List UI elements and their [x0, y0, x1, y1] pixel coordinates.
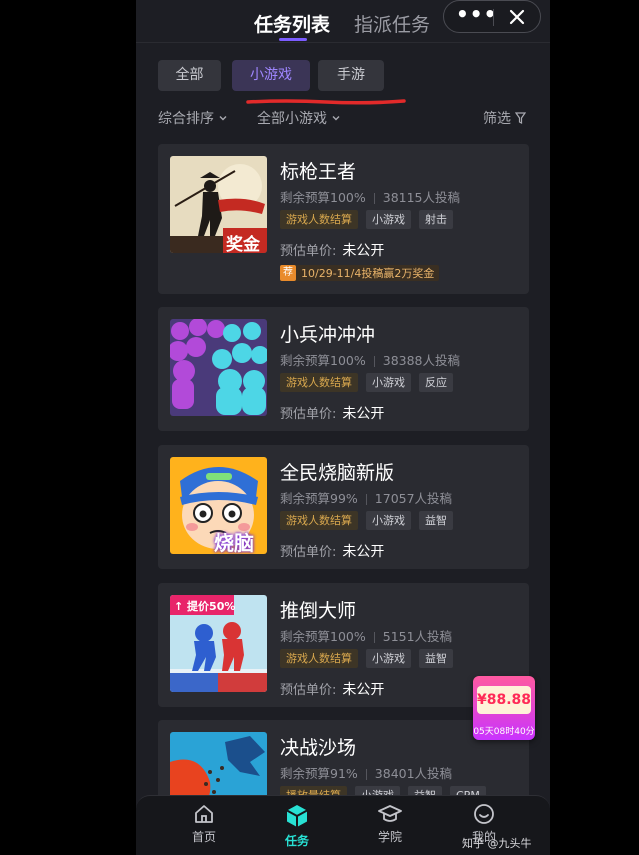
category-label: 全部小游戏: [257, 111, 327, 127]
price-boost-badge: ↑ 提价50%: [174, 600, 236, 613]
category-dropdown[interactable]: 全部小游戏: [257, 108, 341, 128]
task-stats: 剩余预算100% 38115人投稿: [280, 187, 460, 206]
filter-label: 筛选: [483, 111, 511, 127]
sort-dropdown[interactable]: 综合排序: [158, 108, 228, 128]
chip-all[interactable]: 全部: [158, 60, 221, 91]
tag-category: 小游戏: [366, 511, 411, 530]
watermark: 知乎 @九头牛: [462, 837, 532, 850]
top-bar: 任务列表 指派任务 •••: [136, 0, 550, 44]
price-value: 未公开: [342, 682, 385, 698]
task-card[interactable]: 小兵冲冲冲 剩余预算100% 38388人投稿 游戏人数结算 小游戏 反应 预估单…: [158, 307, 529, 431]
task-stats: 剩余预算100% 38388人投稿: [280, 350, 460, 369]
red-packet-countdown: 05天08时40分: [473, 727, 535, 737]
tag-category: 小游戏: [366, 210, 411, 229]
remaining-budget: 剩余预算99%: [280, 491, 358, 506]
submission-count: 17057人投稿: [374, 491, 453, 506]
submission-count: 5151人投稿: [382, 629, 453, 644]
game-thumbnail: [170, 319, 267, 416]
estimated-price: 预估单价: 未公开: [280, 682, 385, 698]
tag-list: 游戏人数结算 小游戏 反应: [280, 373, 453, 392]
tag-category: 小游戏: [366, 649, 411, 668]
red-underline-annotation: [246, 99, 406, 105]
bonus-label: 奖金: [226, 235, 260, 253]
sort-label: 综合排序: [158, 111, 214, 127]
red-packet-amount: ¥88.88: [477, 686, 531, 714]
graduation-cap-icon: [378, 805, 402, 822]
tag-list: 游戏人数结算 小游戏 益智: [280, 649, 453, 668]
tag-category: 小游戏: [366, 373, 411, 392]
chip-mobile-games[interactable]: 手游: [318, 60, 384, 91]
active-tab-indicator: [279, 38, 307, 41]
tag-settlement: 游戏人数结算: [280, 511, 358, 530]
nav-label: 学院: [377, 830, 402, 844]
promo-banner[interactable]: 荐 10/29-11/4投稿赢2万奖金: [280, 265, 440, 281]
submission-count: 38388人投稿: [382, 353, 461, 368]
tag-list: 游戏人数结算 小游戏 射击: [280, 210, 453, 229]
task-card[interactable]: 烧脑 全民烧脑新版 剩余预算99% 17057人投稿 游戏人数结算 小游戏 益智 …: [158, 445, 529, 569]
game-title: 标枪王者: [280, 161, 357, 183]
red-packet-widget[interactable]: ¥88.88 05天08时40分: [473, 676, 535, 740]
game-title: 推倒大师: [280, 600, 357, 622]
remaining-budget: 剩余预算100%: [280, 353, 366, 368]
task-stats: 剩余预算100% 5151人投稿: [280, 626, 452, 645]
more-dots-icon[interactable]: •••: [456, 4, 496, 27]
game-thumbnail: 烧脑: [170, 457, 267, 554]
nav-label: 任务: [284, 834, 309, 848]
header-divider: [136, 42, 550, 43]
remaining-budget: 剩余预算100%: [280, 190, 366, 205]
nav-label: 首页: [191, 830, 216, 844]
close-icon[interactable]: [506, 6, 528, 28]
submission-count: 38401人投稿: [374, 766, 453, 781]
game-title: 全民烧脑新版: [280, 462, 395, 484]
game-title: 小兵冲冲冲: [280, 324, 376, 346]
funnel-icon: [515, 112, 526, 124]
promo-text: 10/29-11/4投稿赢2万奖金: [301, 267, 435, 280]
task-card[interactable]: 奖金 标枪王者 剩余预算100% 38115人投稿 游戏人数结算 小游戏 射击 预…: [158, 144, 529, 294]
tag-settlement: 游戏人数结算: [280, 373, 358, 392]
brain-label: 烧脑: [214, 531, 254, 554]
nav-home[interactable]: 首页: [174, 802, 234, 845]
soldier-crowd-art: [170, 319, 267, 416]
mini-program-capsule: •••: [443, 0, 541, 33]
recommend-badge: 荐: [280, 265, 296, 281]
game-thumbnail: 奖金: [170, 156, 267, 253]
tag-list: 游戏人数结算 小游戏 益智: [280, 511, 453, 530]
tag-genre: 益智: [419, 511, 453, 530]
game-thumbnail: ↑ 提价50%: [170, 595, 267, 692]
submission-count: 38115人投稿: [382, 190, 461, 205]
remaining-budget: 剩余预算91%: [280, 766, 358, 781]
nav-academy[interactable]: 学院: [360, 802, 420, 845]
tag-settlement: 游戏人数结算: [280, 210, 358, 229]
nav-tasks[interactable]: 任务: [267, 802, 327, 849]
game-title: 决战沙场: [280, 737, 357, 759]
price-value: 未公开: [342, 406, 385, 422]
estimated-price: 预估单价: 未公开: [280, 544, 385, 560]
tag-genre: 射击: [419, 210, 453, 229]
task-stats: 剩余预算91% 38401人投稿: [280, 763, 452, 782]
chevron-down-icon: [332, 116, 340, 121]
tag-settlement: 游戏人数结算: [280, 649, 358, 668]
smiley-icon: [474, 804, 494, 824]
remaining-budget: 剩余预算100%: [280, 629, 366, 644]
chevron-down-icon: [219, 116, 227, 121]
tag-genre: 益智: [419, 649, 453, 668]
price-value: 未公开: [342, 243, 385, 259]
estimated-price: 预估单价: 未公开: [280, 406, 385, 422]
home-icon: [195, 805, 213, 823]
filter-button[interactable]: 筛选: [483, 108, 526, 128]
price-value: 未公开: [342, 544, 385, 560]
task-stats: 剩余预算99% 17057人投稿: [280, 488, 452, 507]
sort-filter-row: 综合排序 全部小游戏 筛选: [158, 108, 530, 130]
tab-task-list[interactable]: 任务列表: [254, 10, 330, 37]
tag-genre: 反应: [419, 373, 453, 392]
cube-icon: [286, 805, 308, 827]
capsule-divider: [493, 9, 494, 26]
chip-mini-games[interactable]: 小游戏: [232, 60, 310, 91]
estimated-price: 预估单价: 未公开: [280, 243, 385, 259]
tab-assigned-tasks[interactable]: 指派任务: [354, 10, 430, 37]
